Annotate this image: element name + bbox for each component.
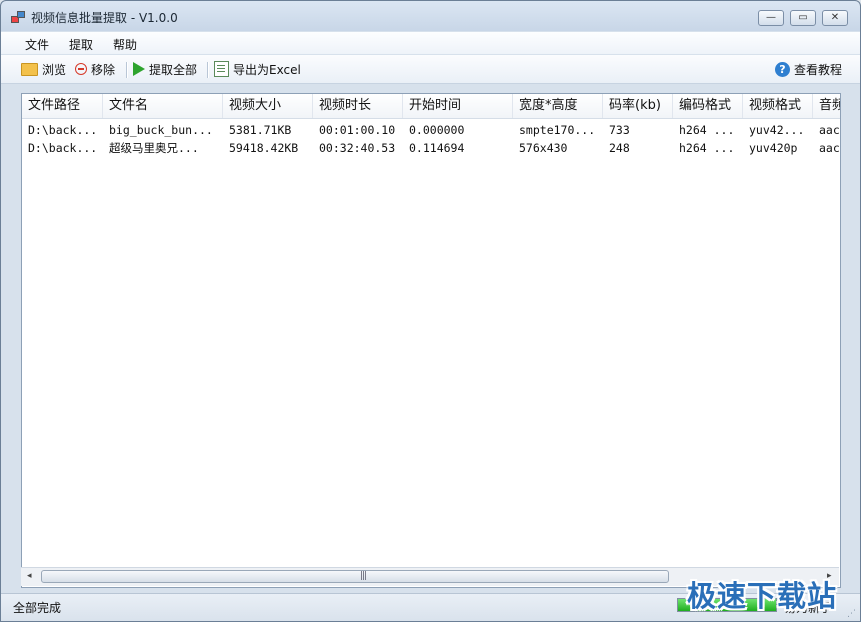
column-header[interactable]: 视频大小 [223, 94, 313, 118]
extract-all-label: 提取全部 [149, 62, 198, 77]
file-table[interactable]: 文件路径 文件名 视频大小 视频时长 开始时间 宽度*高度 码率(kb) 编码格… [21, 93, 841, 588]
menu-bar: 文件 提取 帮助 [1, 32, 860, 54]
column-header[interactable]: 码率(kb) [603, 94, 673, 118]
remove-icon [75, 63, 87, 75]
table-cell: 5381.71KB [229, 123, 292, 137]
maximize-icon: ▭ [798, 12, 808, 23]
app-icon [11, 11, 25, 23]
close-icon: ✕ [830, 12, 840, 23]
folder-icon [21, 62, 38, 76]
table-cell: smpte170... [519, 123, 596, 137]
browse-label: 浏览 [42, 62, 67, 77]
table-cell: 576x430 [519, 141, 568, 155]
export-excel-button[interactable]: 导出为Excel [214, 61, 301, 77]
table-cell: D:\back... [28, 123, 98, 137]
title-bar: 视频信息批量提取 - V1.0.0 — ▭ ✕ [1, 1, 860, 31]
column-header[interactable]: 视频格式 [743, 94, 813, 118]
menu-help[interactable]: 帮助 [113, 36, 137, 53]
menu-file[interactable]: 文件 [25, 36, 49, 53]
close-button[interactable]: ✕ [822, 10, 848, 26]
play-icon [133, 62, 145, 76]
tutorial-button[interactable]: ? 查看教程 [775, 61, 842, 77]
table-cell: 59418.42KB [229, 141, 299, 155]
table-cell: 超级马里奥兄... [109, 141, 199, 155]
column-header[interactable]: 文件名 [103, 94, 223, 118]
table-header: 文件路径 文件名 视频大小 视频时长 开始时间 宽度*高度 码率(kb) 编码格… [22, 94, 840, 119]
table-cell: 248 [609, 141, 630, 155]
column-header[interactable]: 宽度*高度 [513, 94, 603, 118]
help-icon: ? [775, 61, 790, 77]
table-cell: 00:01:00.10 [319, 123, 396, 137]
browse-button[interactable]: 浏览 [21, 61, 66, 77]
excel-icon [214, 61, 229, 77]
export-excel-label: 导出为Excel [233, 62, 301, 77]
grip-icon: ||| [360, 571, 367, 581]
table-cell: aac [819, 123, 840, 137]
column-header[interactable]: 文件路径 [22, 94, 103, 118]
minimize-icon: — [766, 12, 776, 23]
table-cell: 0.000000 [409, 123, 465, 137]
table-cell: h264 ... [679, 141, 735, 155]
table-row[interactable]: D:\back... big_buck_bun... 5381.71KB 00:… [22, 121, 840, 139]
table-cell: aac [819, 141, 840, 155]
column-header[interactable]: 视频时长 [313, 94, 403, 118]
minimize-button[interactable]: — [758, 10, 784, 26]
column-header[interactable]: 音频 [813, 94, 840, 118]
maximize-button[interactable]: ▭ [790, 10, 816, 26]
table-cell: 733 [609, 123, 630, 137]
window-title: 视频信息批量提取 - V1.0.0 [31, 11, 178, 25]
table-cell: h264 ... [679, 123, 735, 137]
extract-all-button[interactable]: 提取全部 [133, 61, 197, 77]
toolbar: 浏览 移除 提取全部 导出为Excel ? 查看教程 [1, 55, 860, 84]
toolbar-separator [207, 62, 209, 78]
table-cell: yuv42... [749, 123, 805, 137]
scroll-left-arrow-icon[interactable]: ◂ [27, 571, 32, 581]
table-cell: yuv420p [749, 141, 798, 155]
column-header[interactable]: 开始时间 [403, 94, 513, 118]
menu-extract[interactable]: 提取 [69, 36, 93, 53]
table-cell: D:\back... [28, 141, 98, 155]
toolbar-separator [126, 62, 128, 78]
tutorial-label: 查看教程 [794, 62, 843, 77]
remove-button[interactable]: 移除 [75, 61, 115, 77]
resize-grip-icon[interactable]: ⋰ [847, 609, 856, 619]
status-text: 全部完成 [13, 601, 62, 615]
scroll-thumb[interactable]: ||| [41, 570, 669, 583]
table-cell: 00:32:40.53 [319, 141, 396, 155]
table-cell: big_buck_bun... [109, 123, 213, 137]
app-window: 视频信息批量提取 - V1.0.0 — ▭ ✕ 文件 提取 帮助 浏览 移除 提… [0, 0, 861, 622]
watermark: 极速下载站 [687, 579, 838, 613]
column-header[interactable]: 编码格式 [673, 94, 743, 118]
table-cell: 0.114694 [409, 141, 465, 155]
table-row[interactable]: D:\back... 超级马里奥兄... 59418.42KB 00:32:40… [22, 139, 840, 157]
remove-label: 移除 [91, 62, 116, 77]
